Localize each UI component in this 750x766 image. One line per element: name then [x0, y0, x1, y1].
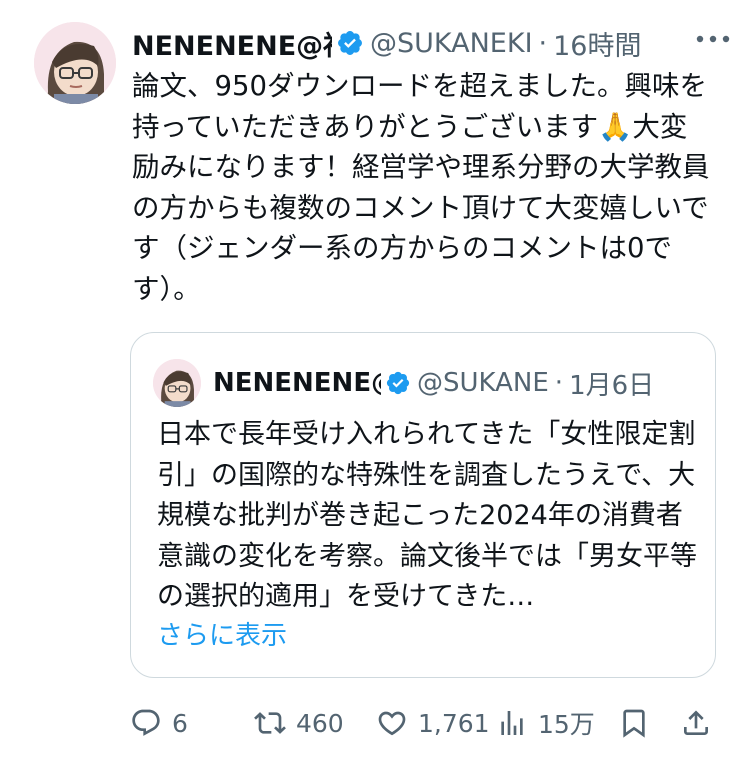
- more-icon[interactable]: [692, 24, 734, 54]
- quoted-avatar-illustration: [153, 359, 201, 407]
- quoted-handle: @SUKANE: [417, 368, 549, 398]
- handle[interactable]: @SUKANEKI: [370, 28, 533, 59]
- views-icon: [501, 711, 523, 735]
- quoted-date: 1月6日: [569, 370, 655, 401]
- bookmark-button[interactable]: [618, 700, 650, 746]
- quoted-avatar: [153, 359, 201, 407]
- quoted-display-name: NENENENE@: [213, 368, 381, 398]
- bookmark-icon: [623, 709, 645, 738]
- reply-count: 6: [172, 708, 188, 738]
- like-button[interactable]: 1,761: [376, 700, 490, 746]
- tweet-text: 論文、950ダウンロードを超えました。興味を持っていただきありがとうございます🙏…: [132, 70, 710, 305]
- views-count: 15万: [538, 710, 595, 739]
- verified-badge-icon: [338, 31, 362, 55]
- share-button[interactable]: [680, 700, 712, 746]
- views-button[interactable]: 15万: [496, 700, 595, 746]
- like-count: 1,761: [418, 708, 490, 738]
- display-name[interactable]: NENENENE@福: [132, 24, 332, 63]
- reply-button[interactable]: 6: [130, 700, 188, 746]
- like-icon: [378, 711, 406, 736]
- share-icon: [684, 710, 708, 735]
- verified-badge-icon: [386, 371, 410, 395]
- timestamp[interactable]: 16時間: [553, 24, 641, 63]
- repost-icon: [254, 712, 286, 734]
- tweet-header: NENENENE@福 @SUKANEKI · 16時間: [132, 22, 732, 64]
- avatar[interactable]: [34, 22, 116, 104]
- quoted-text: 日本で長年受け入れられてきた「女性限定割引」の国際的な特殊性を調査したうえで、大…: [157, 419, 697, 612]
- reply-icon: [132, 709, 160, 736]
- avatar-illustration: [34, 22, 116, 104]
- action-bar: 6 460 1,761 15万: [130, 700, 730, 746]
- show-more-link[interactable]: さらに表示: [157, 615, 287, 652]
- separator-dot: ·: [554, 368, 564, 398]
- quoted-tweet[interactable]: NENENENE@ @SUKANE · 1月6日 日本で長年受け入れられてきた「…: [130, 332, 716, 678]
- tweet: NENENENE@福 @SUKANEKI · 16時間 論文、950ダウンロード…: [0, 0, 750, 766]
- repost-count: 460: [296, 708, 344, 738]
- separator-dot: ·: [538, 27, 548, 59]
- repost-button[interactable]: 460: [254, 700, 344, 746]
- quoted-header: NENENENE@ @SUKANE · 1月6日: [213, 363, 713, 403]
